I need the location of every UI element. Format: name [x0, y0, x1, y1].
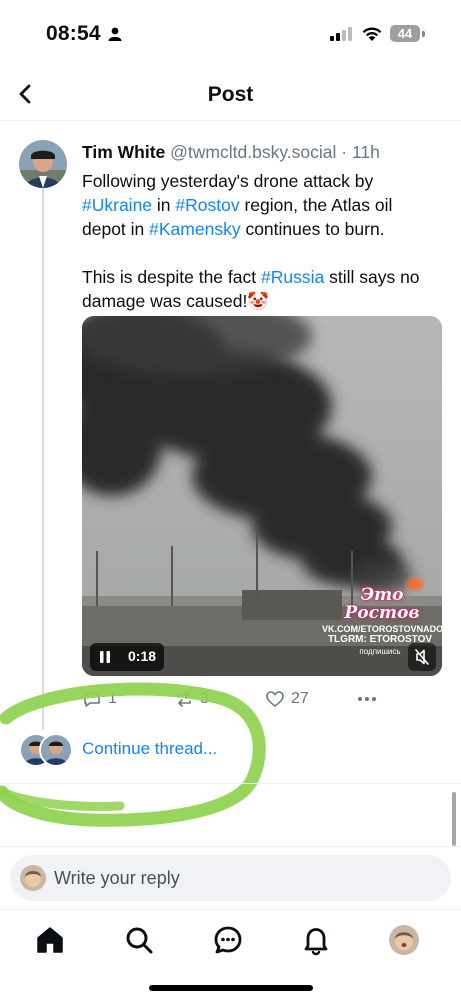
more-options-button[interactable] — [356, 685, 378, 713]
wifi-icon — [362, 27, 382, 41]
repost-icon — [177, 691, 191, 707]
divider — [0, 846, 461, 847]
watermark-logo: Это Ростов — [344, 585, 420, 623]
continue-thread-link[interactable]: Continue thread... — [82, 739, 217, 759]
thread-avatars[interactable] — [19, 733, 73, 767]
text-segment: continues to burn. — [240, 219, 385, 239]
search-icon[interactable] — [123, 924, 155, 956]
post-text: Following yesterday's drone attack by #U… — [82, 169, 432, 313]
hashtag-rostov[interactable]: #Rostov — [175, 195, 239, 215]
user-avatar — [20, 865, 46, 891]
avatar — [39, 733, 73, 767]
author-name[interactable]: Tim White — [82, 142, 165, 162]
text-segment: Following yesterday's drone attack by — [82, 171, 374, 191]
post-time: 11h — [351, 142, 380, 162]
repost-action[interactable]: 3 — [174, 685, 209, 713]
bottom-navigation — [0, 910, 461, 970]
status-time: 08:54 — [46, 22, 101, 45]
like-action[interactable]: 27 — [265, 685, 309, 713]
hashtag-russia[interactable]: #Russia — [261, 267, 324, 287]
battery-cap — [422, 31, 425, 37]
hashtag-ukraine[interactable]: #Ukraine — [82, 195, 152, 215]
hashtag-kamensky[interactable]: #Kamensky — [149, 219, 240, 239]
home-indicator — [149, 985, 313, 991]
like-count: 27 — [291, 690, 309, 707]
repost-count: 3 — [200, 690, 209, 707]
author-handle[interactable]: @twmcltd.bsky.social — [170, 142, 336, 162]
pause-icon — [100, 651, 110, 663]
home-icon[interactable] — [34, 924, 66, 956]
divider — [0, 783, 461, 784]
profile-avatar[interactable] — [389, 925, 419, 955]
watermark-vk: VK.COM/ETOROSTOVNADONU — [322, 624, 442, 634]
person-icon — [108, 27, 122, 41]
battery-level: 44 — [397, 26, 413, 41]
heart-icon — [266, 691, 284, 707]
separator-dot: · — [341, 142, 348, 162]
post-paragraph-1: Following yesterday's drone attack by #U… — [82, 169, 432, 241]
reply-placeholder: Write your reply — [54, 868, 180, 888]
author-avatar[interactable] — [19, 140, 67, 188]
speaker-muted-icon — [415, 649, 429, 665]
reply-count: 1 — [108, 690, 117, 707]
reply-icon — [84, 692, 100, 707]
status-bar: 08:54 44 — [0, 0, 461, 70]
pause-button[interactable]: 0:18 — [90, 643, 164, 671]
scrollbar[interactable] — [452, 792, 456, 846]
text-segment: This is despite the fact — [82, 267, 261, 287]
reply-action[interactable]: 1 — [82, 685, 117, 713]
post-paragraph-2: This is despite the fact #Russia still s… — [82, 265, 432, 313]
text-segment: in — [152, 195, 176, 215]
cellular-signal-icon — [330, 27, 352, 41]
ellipsis-icon — [358, 697, 376, 701]
mute-button[interactable] — [408, 643, 436, 671]
post-header: Tim White @twmcltd.bsky.social · 11h — [82, 142, 380, 163]
top-bar: Post — [0, 70, 461, 121]
reply-input[interactable]: Write your reply — [10, 855, 451, 901]
post-actions: 1 3 27 — [82, 685, 442, 713]
thread-line — [42, 188, 44, 730]
video-player[interactable]: Это Ростов VK.COM/ETOROSTOVNADONU TLGRM:… — [82, 316, 442, 676]
video-time: 0:18 — [128, 648, 157, 664]
notifications-icon[interactable] — [300, 924, 332, 956]
chat-icon[interactable] — [212, 924, 244, 956]
clown-emoji: 🤡 — [247, 291, 270, 311]
page-title: Post — [207, 83, 254, 106]
